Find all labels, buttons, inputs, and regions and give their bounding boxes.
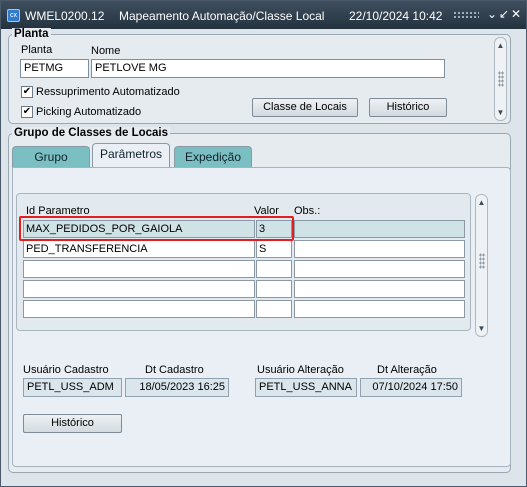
scroll-grip-icon	[479, 253, 485, 269]
tab-expedicao[interactable]: Expedição	[174, 146, 252, 168]
table-scrollbar[interactable]: ▲ ▼	[475, 194, 488, 337]
drag-grip-icon[interactable]	[453, 11, 479, 19]
tab-grupo[interactable]: Grupo	[12, 146, 90, 168]
classe-de-locais-button[interactable]: Classe de Locais	[252, 98, 358, 117]
picking-checkbox[interactable]: ✔	[21, 106, 33, 118]
nome-field[interactable]: PETLOVE MG	[91, 59, 445, 78]
window-title: Mapeamento Automação/Classe Local	[119, 9, 325, 23]
grupo-historico-button[interactable]: Histórico	[23, 414, 122, 433]
ressuprimento-checkbox[interactable]: ✔	[21, 86, 33, 98]
planta-label: Planta	[21, 44, 53, 56]
dt-cadastro-label: Dt Cadastro	[145, 364, 204, 376]
dt-alteracao-label: Dt Alteração	[377, 364, 437, 376]
ressuprimento-label: Ressuprimento Automatizado	[36, 86, 180, 98]
window-datetime: 22/10/2024 10:42	[349, 9, 443, 23]
nome-label: Nome	[91, 45, 121, 57]
planta-scrollbar[interactable]: ▲ ▼	[494, 37, 507, 121]
app-window: cx WMEL0200.12 Mapeamento Automação/Clas…	[0, 0, 527, 487]
scroll-down-icon[interactable]: ▼	[496, 108, 505, 117]
title-bar[interactable]: cx WMEL0200.12 Mapeamento Automação/Clas…	[1, 1, 526, 29]
scroll-up-icon[interactable]: ▲	[496, 41, 505, 50]
app-code: WMEL0200.12	[25, 9, 105, 23]
app-icon: cx	[7, 9, 20, 22]
usuario-alteracao-field: PETL_USS_ANNA	[255, 378, 357, 397]
cell-id[interactable]	[23, 260, 255, 278]
selected-row-highlight	[19, 216, 294, 241]
grupo-section-title: Grupo de Classes de Locais	[12, 127, 171, 139]
cell-obs[interactable]	[294, 240, 465, 258]
minimize-icon[interactable]: ⌄	[487, 7, 497, 21]
cell-valor[interactable]	[256, 260, 292, 278]
cell-valor[interactable]	[256, 280, 292, 298]
cell-id[interactable]: PED_TRANSFERENCIA	[23, 240, 255, 258]
cell-valor[interactable]: S	[256, 240, 292, 258]
usuario-alteracao-label: Usuário Alteração	[257, 364, 344, 376]
tab-parametros[interactable]: Parâmetros	[92, 143, 170, 167]
cell-id[interactable]	[23, 300, 255, 318]
cell-valor[interactable]	[256, 300, 292, 318]
dt-alteracao-field: 07/10/2024 17:50	[360, 378, 462, 397]
maximize-icon[interactable]: ↙	[499, 7, 509, 21]
scroll-grip-icon	[498, 71, 504, 87]
cell-obs[interactable]	[294, 220, 465, 238]
cell-obs[interactable]	[294, 260, 465, 278]
col-header-obs: Obs.:	[294, 205, 321, 217]
planta-field[interactable]: PETMG	[20, 59, 89, 78]
usuario-cadastro-field: PETL_USS_ADM	[23, 378, 122, 397]
scroll-up-icon[interactable]: ▲	[477, 198, 486, 207]
cell-obs[interactable]	[294, 300, 465, 318]
scroll-down-icon[interactable]: ▼	[477, 324, 486, 333]
cell-obs[interactable]	[294, 280, 465, 298]
cell-id[interactable]	[23, 280, 255, 298]
planta-section-title: Planta	[12, 28, 51, 40]
planta-historico-button[interactable]: Histórico	[369, 98, 447, 117]
picking-label: Picking Automatizado	[36, 106, 142, 118]
usuario-cadastro-label: Usuário Cadastro	[23, 364, 109, 376]
dt-cadastro-field: 18/05/2023 16:25	[125, 378, 229, 397]
close-icon[interactable]: ✕	[511, 7, 521, 21]
